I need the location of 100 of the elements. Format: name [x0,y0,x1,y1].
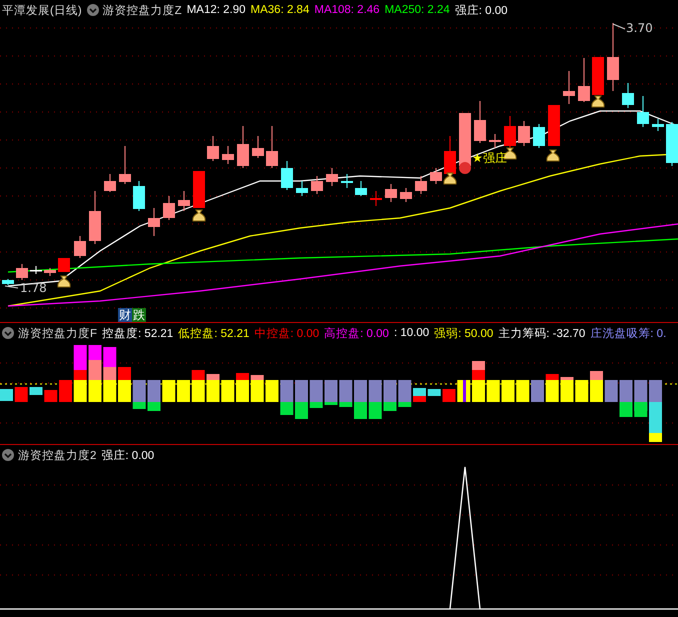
indicator-reading: MA36: 2.84 [250,4,310,16]
stock-title: 平潭发展(日线) [2,4,82,18]
indicator-name: 游资控盘力度2 [18,448,96,462]
candlestick [252,136,264,158]
stacked-bar [192,370,205,402]
candlestick [400,188,412,202]
indicator-reading: 强庄: 0.00 [101,448,154,462]
low-marker-line [4,286,18,288]
money-bag-icon [591,96,605,108]
stacked-bar [634,380,648,417]
money-bag-icon [546,150,560,162]
stacked-bar [398,380,412,407]
low-price-label: 1.78 [20,281,47,295]
candlestick [44,268,56,276]
candlestick [148,208,160,236]
stacked-bar [250,375,264,402]
stacked-bar [266,380,278,402]
candlestick [518,120,530,146]
indicator-reading: 高控盘: 0.00 [324,326,389,340]
stacked-bar [221,380,234,402]
high-marker-line [612,24,626,30]
candlestick [193,170,205,208]
stacked-bar [442,389,456,402]
indicator-reading: 庄洗盘吸筹: 0. [590,326,666,340]
tag-label: 跌 [133,308,145,322]
candlestick [296,180,308,196]
candlestick [533,124,545,148]
candlestick [504,116,516,148]
stacked-bar [413,388,426,402]
stacked-bar [472,361,485,402]
candlestick [266,126,278,168]
stacked-bar [44,390,58,402]
stacked-bar [486,380,500,402]
indicator-name: 游资控盘力度Z [102,4,182,18]
stacked-bar [295,380,308,419]
candlestick [607,22,619,92]
candlestick [652,118,664,132]
candlestick [415,176,427,194]
tag-label: 财 [119,308,131,322]
indicator-reading: MA250: 2.24 [384,4,450,16]
candlestick [666,122,678,166]
stacked-bar [310,380,323,408]
candlestick [355,180,367,196]
ball-icon [459,162,471,174]
candlestick [578,58,590,102]
stacked-bar [428,389,441,396]
candlestick [622,82,634,108]
candlestick [237,126,249,168]
dropdown-icon[interactable] [2,327,14,339]
candlestick [2,278,14,286]
candlestick [119,146,131,184]
candlestick [281,160,293,190]
stacked-bar [0,389,13,401]
stacked-bar [604,380,618,402]
stacked-bar [280,380,294,415]
candlestick [326,168,338,186]
stacked-bar [368,380,382,419]
candlestick [58,258,70,272]
indicator-reading: 低控盘: 52.21 [178,326,250,340]
indicator-reading: 控盘度: 52.21 [102,326,174,340]
candlestick [178,190,190,212]
candlestick [30,266,42,274]
money-bag-icon [443,172,457,184]
stacked-bar [132,380,146,409]
dropdown-icon[interactable] [86,4,99,16]
candlestick [16,264,28,280]
stacked-bar [531,380,544,402]
stacked-bar [516,380,530,402]
candlestick [474,100,486,144]
candlestick [341,174,353,188]
indicator-reading: : 10.00 [394,327,430,339]
stacked-bar [339,380,352,407]
dropdown-icon[interactable] [2,449,14,461]
stacked-bar [177,380,190,402]
stacked-bar [384,380,396,411]
money-bag-icon [192,210,206,222]
stacked-bar [206,374,220,402]
stacked-bar [118,367,131,402]
stacked-bar [30,387,42,395]
stacked-bar [59,380,72,402]
stacked-bar [74,345,87,402]
candlestick [637,96,649,128]
candlestick [207,136,219,162]
stacked-bar [236,373,249,402]
stacked-bar [620,380,632,417]
candlestick [385,184,397,202]
candlestick [370,190,382,206]
indicator-reading: 中控盘: 0.00 [254,326,320,340]
candlestick [459,112,471,168]
indicator-reading: 强弱: 50.00 [434,326,494,340]
candlestick [133,180,145,212]
stacked-bar [649,380,662,442]
candlestick [89,190,101,244]
stacked-bar [546,374,559,402]
candlestick [311,176,323,194]
candlestick [444,136,456,174]
candlestick [74,236,86,258]
indicator-reading: 主力筹码: -32.70 [498,326,586,340]
money-bag-icon [57,276,71,288]
stacked-bar [324,380,338,405]
